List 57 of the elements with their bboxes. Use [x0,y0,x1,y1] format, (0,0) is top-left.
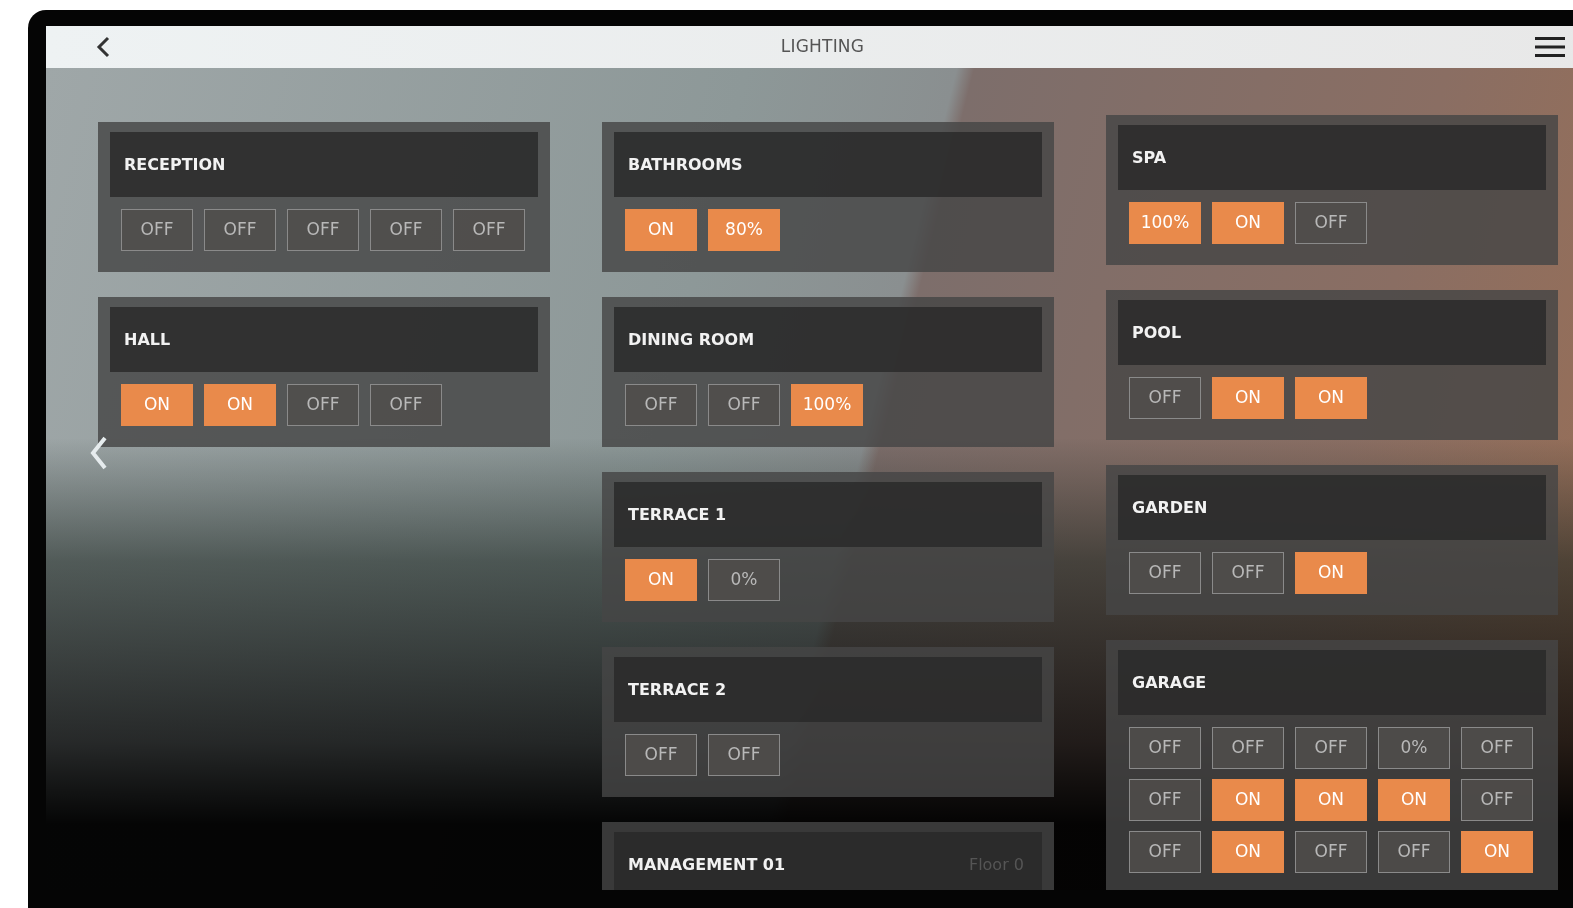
room-name: POOL [1132,321,1182,344]
light-toggle-button[interactable]: ON [625,209,697,251]
light-toggle-button[interactable]: OFF [1212,552,1284,594]
light-toggle-button[interactable]: OFF [1129,727,1201,769]
light-toggle-button[interactable]: OFF [708,734,780,776]
light-toggle-button[interactable]: OFF [1129,552,1201,594]
light-toggle-button[interactable]: OFF [1378,831,1450,873]
light-toggle-button[interactable]: OFF [370,384,442,426]
light-toggle-button[interactable]: ON [625,559,697,601]
light-toggle-button[interactable]: ON [204,384,276,426]
light-toggle-button[interactable]: OFF [287,209,359,251]
room-name: GARAGE [1132,671,1207,694]
light-toggle-button[interactable]: OFF [1129,377,1201,419]
light-toggle-button[interactable]: OFF [625,734,697,776]
light-toggle-button[interactable]: OFF [370,209,442,251]
light-toggle-button[interactable]: ON [1212,202,1284,244]
room-name: MANAGEMENT 01 [628,853,786,876]
room-name: TERRACE 1 [628,503,727,526]
light-toggle-button[interactable]: ON [1212,377,1284,419]
light-toggle-button[interactable]: OFF [1295,202,1367,244]
room-name: RECEPTION [124,153,226,176]
previous-page-icon[interactable] [90,436,108,470]
room-name: DINING ROOM [628,328,755,351]
light-toggle-button[interactable]: 100% [791,384,863,426]
room-name: GARDEN [1132,496,1208,519]
light-toggle-button[interactable]: ON [1212,831,1284,873]
light-toggle-button[interactable]: ON [1295,552,1367,594]
light-toggle-button[interactable]: OFF [453,209,525,251]
light-toggle-button[interactable]: 0% [708,559,780,601]
light-toggle-button[interactable]: OFF [1461,779,1533,821]
light-toggle-button[interactable]: 80% [708,209,780,251]
light-toggle-button[interactable]: ON [1378,779,1450,821]
light-toggle-button[interactable]: ON [121,384,193,426]
light-toggle-button[interactable]: ON [1295,779,1367,821]
light-toggle-button[interactable]: 100% [1129,202,1201,244]
room-name: SPA [1132,146,1167,169]
light-toggle-button[interactable]: OFF [708,384,780,426]
light-toggle-button[interactable]: OFF [1129,831,1201,873]
light-toggle-button[interactable]: OFF [1461,727,1533,769]
light-toggle-button[interactable]: OFF [1129,779,1201,821]
room-name: HALL [124,328,171,351]
light-toggle-button[interactable]: ON [1212,779,1284,821]
light-toggle-button[interactable]: OFF [121,209,193,251]
light-toggle-button[interactable]: 0% [1378,727,1450,769]
light-toggle-button[interactable]: OFF [287,384,359,426]
light-toggle-button[interactable]: OFF [204,209,276,251]
back-icon[interactable] [96,36,110,58]
light-toggle-button[interactable]: OFF [625,384,697,426]
light-toggle-button[interactable]: OFF [1295,831,1367,873]
light-toggle-button[interactable]: OFF [1212,727,1284,769]
window-title: LIGHTING [780,35,865,59]
room-name: BATHROOMS [628,153,743,176]
room-name: TERRACE 2 [628,678,727,701]
menu-icon[interactable] [1535,36,1565,58]
light-toggle-button[interactable]: OFF [1295,727,1367,769]
light-toggle-button[interactable]: ON [1295,377,1367,419]
light-toggle-button[interactable]: ON [1461,831,1533,873]
